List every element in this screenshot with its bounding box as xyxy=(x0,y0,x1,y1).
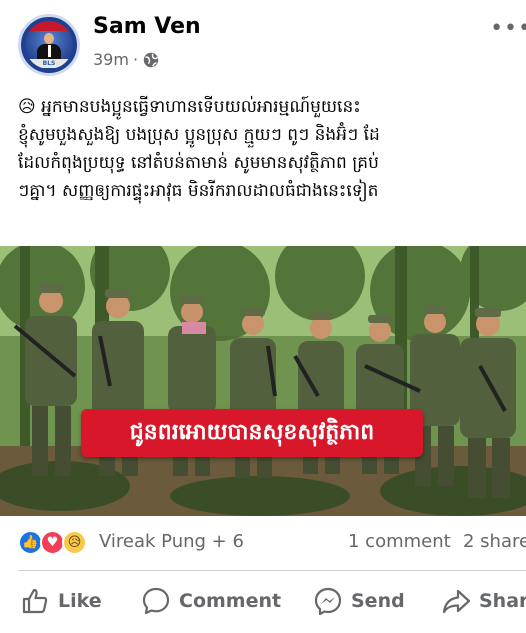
caption-line-4: ៗគ្នា។ សញ្ញឲ្យការផ្ទុះអាវុធ មិនរីករាលដាល… xyxy=(18,181,379,201)
comment-label: Comment xyxy=(179,590,282,612)
more-options-icon[interactable]: ••• xyxy=(490,16,526,41)
caption-line-3: ដែលកំពុងប្រយុទ្ធ នៅតំបន់តាមាន់ សូមមានសុវ… xyxy=(18,153,379,173)
send-label: Send xyxy=(351,590,405,612)
share-count[interactable]: 2 shares xyxy=(463,531,526,552)
avatar-person-head xyxy=(44,33,54,44)
reactions-bar: 👍 ♥ 😥 Vireak Pung + 6 1 comment 2 shares xyxy=(0,522,526,562)
post-caption: 😥 អ្នកមានបងប្អូនធ្វើទាហានទើបយល់អារម្មណ៍ម… xyxy=(18,93,526,205)
sad-icon: 😥 xyxy=(62,530,87,555)
comment-bubble-icon xyxy=(142,587,170,615)
dot-separator: · xyxy=(132,50,139,69)
caption-line-1: 😥 អ្នកមានបងប្អូនធ្វើទាហានទើបយល់អារម្មណ៍ម… xyxy=(18,97,361,117)
photo-illustration xyxy=(0,246,526,516)
caption-line-2: ខ្ញុំសូមបួងសួងឱ្យ បងប្រុស ប្អូនប្រុស ក្ម… xyxy=(18,125,380,145)
author-avatar[interactable]: BLS xyxy=(18,14,80,76)
comment-count[interactable]: 1 comment xyxy=(348,531,451,552)
actions-divider xyxy=(18,570,526,571)
messenger-icon xyxy=(314,587,342,616)
comment-button[interactable]: Comment xyxy=(141,584,281,618)
post-header: BLS Sam Ven 39m · ••• xyxy=(0,0,526,88)
author-name[interactable]: Sam Ven xyxy=(93,14,201,39)
post-time[interactable]: 39m xyxy=(93,50,129,69)
avatar-band-text: BLS xyxy=(27,59,71,68)
share-button[interactable]: Share xyxy=(441,584,526,618)
post-photo[interactable]: ជូនពរអោយបានសុខសុវត្ថិភាព xyxy=(0,246,526,516)
post-meta: 39m · xyxy=(93,50,160,69)
reaction-names[interactable]: Vireak Pung + 6 xyxy=(99,531,244,552)
post-actions: Like Comment Send Share xyxy=(0,578,526,624)
reaction-icons[interactable]: 👍 ♥ 😥 xyxy=(18,530,98,556)
avatar-flag xyxy=(25,21,73,31)
avatar-tie xyxy=(48,45,51,57)
photo-banner: ជូនពរអោយបានសុខសុវត្ថិភាព xyxy=(81,409,423,457)
share-arrow-icon xyxy=(442,589,471,614)
like-button[interactable]: Like xyxy=(20,584,102,618)
send-button[interactable]: Send xyxy=(313,584,405,618)
thumbs-up-icon xyxy=(22,588,48,614)
globe-icon xyxy=(143,52,159,67)
avatar-image: BLS xyxy=(25,21,73,69)
share-label: Share xyxy=(479,590,526,612)
like-label: Like xyxy=(58,590,102,612)
